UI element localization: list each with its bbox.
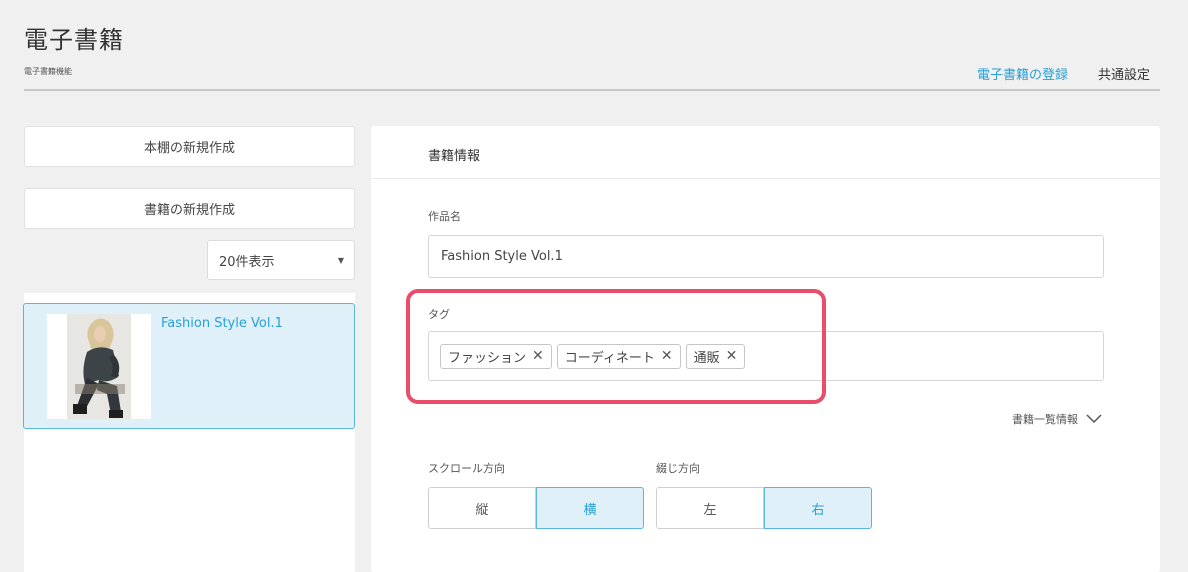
per-page-select-value: 20件表示 <box>219 254 275 270</box>
book-list-info-toggle[interactable]: 書籍一覧情報 <box>1012 411 1102 427</box>
book-title: Fashion Style Vol.1 <box>161 316 283 331</box>
binding-right-option[interactable]: 右 <box>764 487 872 529</box>
scroll-direction-toggle: 縦 横 <box>428 487 644 529</box>
binding-left-option[interactable]: 左 <box>656 487 764 529</box>
scroll-horizontal-option[interactable]: 横 <box>536 487 644 529</box>
book-list-info-label: 書籍一覧情報 <box>1012 413 1078 426</box>
page-subtitle: 電子書籍機能 <box>24 67 72 76</box>
page-title: 電子書籍 <box>24 26 124 54</box>
tab-ebook-register[interactable]: 電子書籍の登録 <box>966 64 1078 91</box>
binding-direction-toggle: 左 右 <box>656 487 872 529</box>
chevron-down-icon: ▼ <box>337 256 344 265</box>
new-shelf-button[interactable]: 本棚の新規作成 <box>24 126 355 167</box>
panel-title: 書籍情報 <box>428 149 481 164</box>
panel-header: 書籍情報 <box>371 126 1160 179</box>
tab-common-settings[interactable]: 共通設定 <box>1088 64 1160 91</box>
per-page-select[interactable]: 20件表示 ▼ <box>207 240 355 280</box>
title-input[interactable] <box>428 235 1104 278</box>
scroll-direction-label: スクロール方向 <box>428 462 505 475</box>
new-book-button[interactable]: 書籍の新規作成 <box>24 188 355 229</box>
binding-direction-label: 綴じ方向 <box>656 462 700 475</box>
title-label: 作品名 <box>428 210 461 223</box>
scroll-vertical-option[interactable]: 縦 <box>428 487 536 529</box>
top-tabs: 電子書籍の登録 共通設定 <box>966 64 1160 91</box>
book-cover-image <box>47 314 151 419</box>
highlight-box <box>406 289 826 404</box>
header-divider <box>24 89 1160 91</box>
book-info-panel: 書籍情報 作品名 タグ ファッション ✕ コーディネート ✕ 通販 ✕ 書籍一覧… <box>371 126 1160 572</box>
chevron-down-icon <box>1086 414 1102 424</box>
book-list-item[interactable]: Fashion Style Vol.1 <box>23 303 355 429</box>
